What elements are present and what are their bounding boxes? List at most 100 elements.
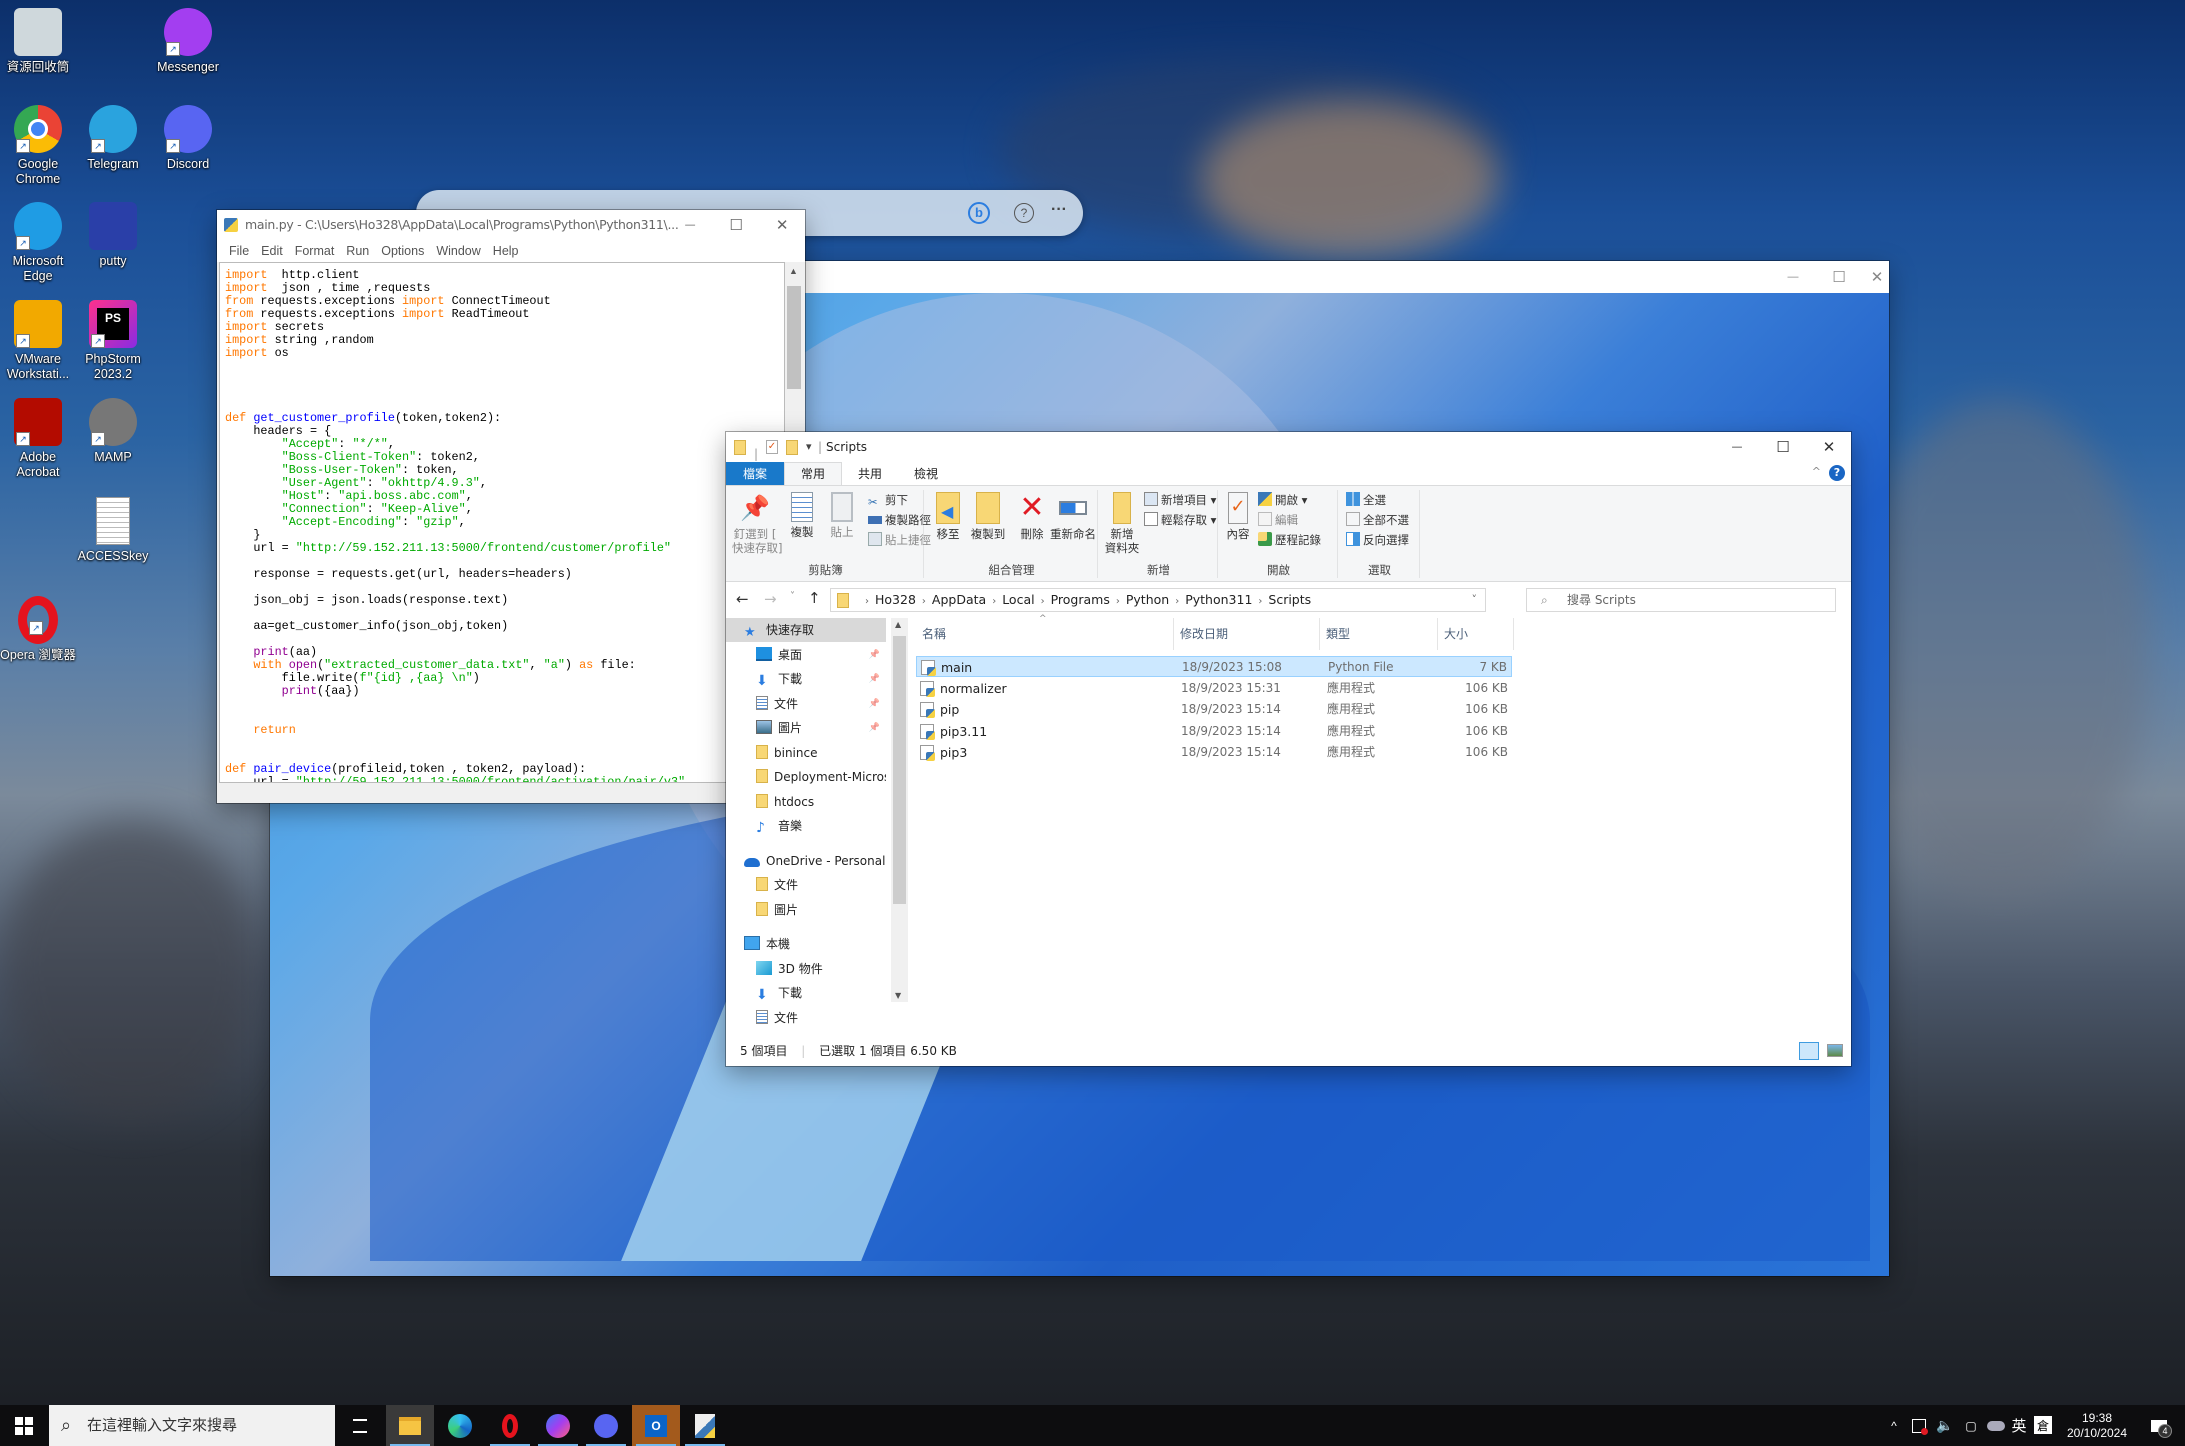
breadcrumb-item[interactable]: Python311: [1185, 592, 1252, 607]
volume-muted-icon[interactable]: 🔈: [1934, 1405, 1956, 1446]
breadcrumb-separator[interactable]: ›: [1116, 596, 1120, 607]
history-button[interactable]: 歷程記錄: [1258, 530, 1321, 550]
nav-item[interactable]: 3D 物件: [726, 957, 886, 981]
nav-item[interactable]: 圖片 📌: [726, 716, 886, 740]
ime-language-indicator[interactable]: 英: [2008, 1405, 2030, 1446]
new-folder-quick-icon[interactable]: [786, 440, 798, 455]
recent-locations-button[interactable]: ˅: [790, 591, 795, 602]
breadcrumb-separator[interactable]: ›: [992, 596, 996, 607]
move-to-button[interactable]: ◀ 移至: [930, 492, 966, 541]
breadcrumb-separator[interactable]: ›: [865, 596, 869, 607]
clock[interactable]: 19:38 20/10/2024: [2058, 1405, 2136, 1446]
taskbar-discord[interactable]: [582, 1405, 630, 1446]
tab-home[interactable]: 常用: [784, 462, 843, 485]
search-input[interactable]: ⌕ 搜尋 Scripts: [1526, 588, 1836, 612]
breadcrumb-separator[interactable]: ›: [1258, 596, 1262, 607]
notification-center-button[interactable]: 4: [2144, 1405, 2174, 1446]
forward-button[interactable]: →: [764, 590, 777, 608]
taskbar-outlook[interactable]: O: [632, 1405, 680, 1446]
more-icon[interactable]: ···: [1051, 201, 1067, 219]
desktop-icon-discord[interactable]: ↗ Discord: [150, 105, 226, 172]
pin-icon[interactable]: 📌: [869, 692, 880, 716]
breadcrumb-separator[interactable]: ›: [1041, 596, 1045, 607]
address-dropdown-icon[interactable]: ˅: [1472, 589, 1478, 611]
desktop-icon-mamp[interactable]: ↗ MAMP: [75, 398, 151, 465]
pin-icon[interactable]: 📌: [869, 643, 880, 667]
nav-item[interactable]: ★ 快速存取: [726, 618, 886, 642]
onedrive-sync-icon[interactable]: [1984, 1405, 2008, 1446]
menu-window[interactable]: Window: [430, 240, 486, 262]
show-hidden-icons-button[interactable]: ^: [1884, 1405, 1904, 1446]
tab-share[interactable]: 共用: [842, 462, 898, 485]
copy-button[interactable]: 複製: [784, 492, 820, 539]
desktop-icon-text-file[interactable]: ACCESSkey: [75, 497, 151, 564]
delete-button[interactable]: ✕ 刪除: [1016, 492, 1048, 542]
nav-item[interactable]: ⬇ 下載 📌: [726, 667, 886, 691]
desktop-icon-messenger[interactable]: ↗ Messenger: [150, 8, 226, 75]
taskbar-opera[interactable]: [486, 1405, 534, 1446]
pin-quick-access-button[interactable]: 📌 釘選到 [ 快速存取]: [732, 492, 783, 555]
invert-selection-button[interactable]: 反向選擇: [1346, 530, 1409, 550]
menu-help[interactable]: Help: [487, 240, 525, 262]
nav-item[interactable]: ♪ 音樂: [726, 814, 886, 838]
file-row[interactable]: pip3.11 18/9/2023 15:14 應用程式 106 KB: [916, 721, 1512, 742]
maximize-button[interactable]: ☐: [1760, 432, 1806, 462]
taskbar-edge[interactable]: [436, 1405, 484, 1446]
menu-run[interactable]: Run: [340, 240, 375, 262]
desktop-icon-vmware[interactable]: ↗ VMware Workstati...: [0, 300, 76, 382]
explorer-titlebar[interactable]: | ✓ ▾ | Scripts — ☐ ✕: [726, 432, 1851, 462]
copy-to-button[interactable]: 複製到: [968, 492, 1008, 541]
nav-item[interactable]: htdocs: [726, 790, 886, 814]
close-button[interactable]: ✕: [759, 210, 805, 240]
help-icon[interactable]: ?: [1829, 465, 1845, 481]
minimize-button[interactable]: —: [1714, 432, 1760, 462]
breadcrumb-item[interactable]: Local: [1002, 592, 1034, 607]
desktop-icon-acrobat[interactable]: ↗ Adobe Acrobat: [0, 398, 76, 480]
taskbar-messenger[interactable]: [534, 1405, 582, 1446]
idle-titlebar[interactable]: main.py - C:\Users\Ho328\AppData\Local\P…: [217, 210, 805, 240]
task-view-button[interactable]: [336, 1405, 384, 1446]
idle-editor-window[interactable]: main.py - C:\Users\Ho328\AppData\Local\P…: [217, 210, 805, 803]
open-button[interactable]: 開啟 ▾: [1258, 490, 1307, 510]
new-item-button[interactable]: 新增項目 ▾: [1144, 490, 1216, 510]
menu-file[interactable]: File: [223, 240, 255, 262]
paste-button[interactable]: 貼上: [824, 492, 860, 539]
ime-mode-indicator[interactable]: 倉: [2034, 1416, 2052, 1434]
nav-item[interactable]: binince: [726, 741, 886, 765]
minimize-button[interactable]: —: [1770, 262, 1816, 292]
nav-item[interactable]: ⬇ 下載: [726, 981, 886, 1005]
taskbar-file-explorer[interactable]: [386, 1405, 434, 1446]
up-button[interactable]: ↑: [808, 589, 821, 607]
column-header-size[interactable]: 大小: [1438, 618, 1514, 650]
file-explorer-window[interactable]: | ✓ ▾ | Scripts — ☐ ✕ 檔案 常用 共用 檢視 ^ ? 📌 …: [726, 432, 1851, 1066]
desktop-icon-recycle-bin[interactable]: 資源回收筒: [0, 8, 76, 75]
paste-shortcut-button[interactable]: 貼上捷徑: [868, 530, 931, 550]
breadcrumb-item[interactable]: AppData: [932, 592, 986, 607]
close-button[interactable]: ✕: [1862, 262, 1892, 292]
breadcrumb-separator[interactable]: ›: [922, 596, 926, 607]
breadcrumb-item[interactable]: Programs: [1051, 592, 1110, 607]
desktop-icon-edge[interactable]: ↗ Microsoft Edge: [0, 202, 76, 284]
nav-item[interactable]: Deployment-Micros: [726, 765, 886, 789]
pin-icon[interactable]: 📌: [869, 667, 880, 691]
desktop-icon-putty[interactable]: putty: [75, 202, 151, 269]
nav-item[interactable]: 圖片: [726, 898, 886, 922]
menu-format[interactable]: Format: [289, 240, 341, 262]
column-header-type[interactable]: 類型: [1320, 618, 1438, 650]
desktop-icon-telegram[interactable]: ↗ Telegram: [75, 105, 151, 172]
pin-icon[interactable]: 📌: [869, 716, 880, 740]
minimize-button[interactable]: —: [667, 210, 713, 240]
menu-options[interactable]: Options: [375, 240, 430, 262]
details-view-button[interactable]: [1799, 1042, 1819, 1060]
file-row[interactable]: pip 18/9/2023 15:14 應用程式 106 KB: [916, 699, 1512, 720]
camera-icon[interactable]: ▢: [1960, 1405, 1982, 1446]
taskbar-search-box[interactable]: ⌕ 在這裡輸入文字來搜尋: [49, 1405, 335, 1446]
bing-icon[interactable]: b: [968, 202, 990, 224]
cut-button[interactable]: ✂ 剪下: [868, 490, 908, 510]
breadcrumb-item[interactable]: Scripts: [1268, 592, 1311, 607]
scrollbar-thumb[interactable]: [787, 286, 801, 389]
maximize-button[interactable]: ☐: [713, 210, 759, 240]
copy-path-button[interactable]: 複製路徑: [868, 510, 931, 530]
nav-scrollbar[interactable]: ▲ ▼: [891, 618, 908, 1002]
properties-quick-icon[interactable]: ✓: [766, 440, 778, 454]
